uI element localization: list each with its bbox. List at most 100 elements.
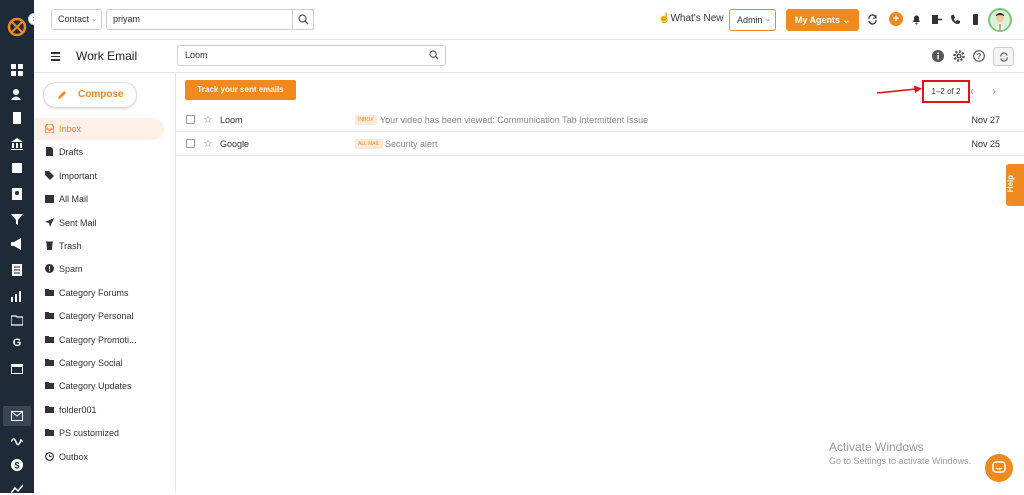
hamburger-menu-icon[interactable] [51,52,60,61]
left-nav-rail: › G $ [0,0,40,495]
tag-icon [45,170,54,180]
calendar-icon[interactable] [11,362,23,374]
email-checkbox[interactable] [186,139,195,148]
svg-text:?: ? [977,52,982,61]
my-agents-label: My Agents [794,15,841,25]
mail-search-value: Loom [185,50,208,60]
role-select-value: Admin [737,15,763,25]
trend-icon[interactable] [11,483,23,495]
email-row[interactable]: ☆ Loom INBOX Your video has been viewed: Co… [176,108,1024,132]
help-question-icon[interactable]: ? [973,50,985,62]
next-page-icon[interactable]: › [992,84,996,98]
compose-button[interactable]: Compose [43,82,137,108]
folder-item[interactable]: Category Promoti... [34,329,164,351]
gear-icon[interactable] [953,50,965,62]
folder-item[interactable]: Sent Mail [34,212,164,234]
module-select[interactable]: Contact ⌄ [51,9,102,30]
pen-icon [58,91,66,99]
search-icon [298,14,309,25]
folder-label: Sent Mail [59,217,97,228]
bank-icon[interactable] [11,138,23,150]
folder-label: Spam [59,264,83,275]
email-sender: Google [220,139,250,149]
search-icon[interactable] [429,50,439,60]
chat-widget-button[interactable] [985,454,1013,482]
folder-label: folder001 [59,404,97,415]
global-search-input[interactable]: priyam [106,9,314,30]
folder-icon [45,382,54,390]
folder-item[interactable]: folder001 [34,399,164,421]
compose-label: Compose [78,89,124,100]
dashboard-icon[interactable] [11,64,23,76]
svg-text:$: $ [14,461,19,471]
folder-label: Inbox [59,124,82,134]
sub-header: Work Email Loom ? [34,41,1024,73]
email-nav-active[interactable] [3,406,31,426]
top-bar: Contact ⌄ priyam ☝What's New Admin ⌄ My Ag… [34,0,1024,40]
email-checkbox[interactable] [186,115,195,124]
mail-list-pane: Track your sent emails 1–2 of 2 ‹ › ☆ Loo… [176,73,1024,493]
email-row[interactable]: ☆ Google ALL MAIL Security alert Nov 25 [176,132,1024,156]
folder-item[interactable]: Category Updates [34,375,164,397]
folder-label: Drafts [59,147,84,158]
folder-icon [45,429,54,437]
folder-item[interactable]: Drafts [34,141,164,163]
analytics-icon[interactable] [11,290,23,302]
folder-label: PS customized [59,428,120,439]
filter-icon[interactable] [11,213,23,225]
annotation-arrow [876,85,922,94]
logout-icon[interactable] [931,14,942,25]
whats-new-label: What's New [670,13,724,24]
whats-new-link[interactable]: ☝What's New [658,13,724,24]
send-icon [45,217,54,227]
documents-icon[interactable] [11,112,23,124]
star-icon[interactable]: ☆ [203,108,213,132]
folder-label: Category Personal [59,311,134,322]
contacts-icon[interactable] [11,88,23,100]
mobile-icon[interactable] [970,14,981,25]
app-logo[interactable] [7,17,27,37]
megaphone-icon[interactable] [11,238,23,250]
folder-item[interactable]: Important [34,165,164,187]
email-subject: Security alert [385,139,438,149]
module-select-value: Contact [58,14,90,24]
my-agents-button[interactable]: My Agents ⌄ [786,9,859,31]
folder-icon [45,359,54,366]
folder-item[interactable]: Category Forums [34,282,164,304]
list-icon[interactable] [11,162,23,174]
folder-item[interactable]: Inbox [34,118,164,140]
mail-search-input[interactable]: Loom [177,45,446,66]
phone-icon[interactable] [950,14,961,25]
track-sent-emails-button[interactable]: Track your sent emails [185,80,296,100]
page-title: Work Email [76,49,138,63]
folder-item[interactable]: Category Personal [34,305,164,327]
mail-sidebar: Compose Inbox Drafts Important All Mail Sent… [34,73,176,493]
star-icon[interactable]: ☆ [203,132,213,156]
folder-item[interactable]: Spam [34,258,164,280]
bell-icon[interactable] [911,14,922,25]
folder-item[interactable]: All Mail [34,188,164,210]
info-icon[interactable] [932,50,944,62]
folder-item[interactable]: PS customized [34,422,164,444]
global-search-button[interactable] [292,9,314,30]
google-icon[interactable]: G [11,337,23,349]
dollar-icon[interactable]: $ [11,459,23,471]
prev-page-icon[interactable]: ‹ [970,84,974,98]
folder-label: All Mail [59,194,89,205]
folder-label: Important [59,170,98,181]
sync-icon[interactable] [867,14,878,25]
help-tab[interactable]: Help [1006,164,1024,206]
role-select[interactable]: Admin ⌄ [729,9,776,31]
folder-item[interactable]: Category Social [34,352,164,374]
folder-label: Category Social [59,358,123,368]
folder-item[interactable]: Trash [34,235,164,257]
signature-icon[interactable] [11,434,23,446]
refresh-button[interactable] [993,47,1014,66]
open-folder-icon[interactable] [11,314,23,326]
reports-icon[interactable] [11,264,23,276]
folder-item[interactable]: Outbox [34,446,164,468]
contact-card-icon[interactable] [11,188,23,200]
chevron-down-icon: ⌄ [765,16,771,23]
quick-add-icon[interactable]: + [889,12,903,26]
user-avatar[interactable] [988,8,1012,32]
